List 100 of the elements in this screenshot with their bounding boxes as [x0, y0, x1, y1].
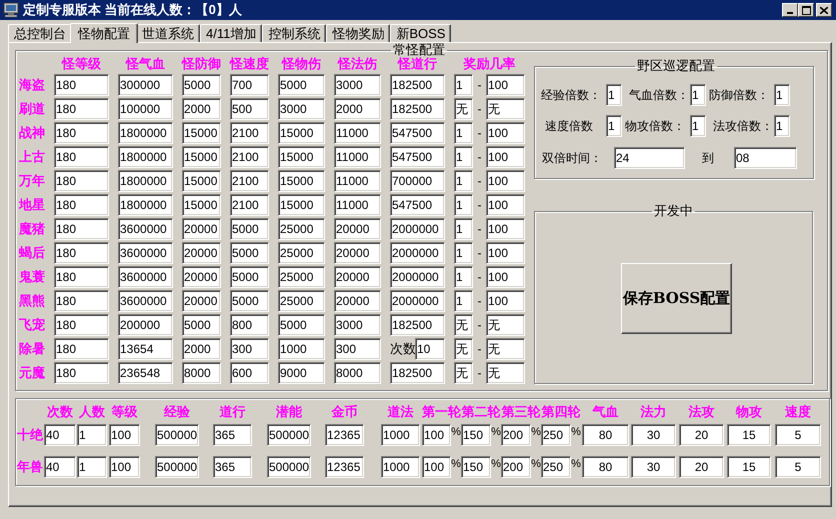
- input-field[interactable]: 182500: [390, 362, 445, 384]
- input-field[interactable]: 30: [631, 424, 676, 446]
- input-field[interactable]: 80: [582, 456, 629, 478]
- input-field[interactable]: 2000000: [390, 290, 445, 312]
- input-field[interactable]: 3600000: [118, 290, 173, 312]
- input-field[interactable]: 无: [486, 98, 525, 120]
- input-field[interactable]: 3000: [334, 314, 381, 336]
- input-field[interactable]: 700: [230, 74, 269, 96]
- input-field[interactable]: 180: [54, 362, 109, 384]
- input-field[interactable]: 100: [109, 424, 140, 446]
- input-field[interactable]: 1000: [381, 424, 420, 446]
- input-field[interactable]: 1: [454, 170, 473, 192]
- input-field[interactable]: 11000: [334, 122, 381, 144]
- input-field[interactable]: 182500: [390, 74, 445, 96]
- input-field[interactable]: 100: [486, 290, 525, 312]
- input-field[interactable]: 500: [230, 98, 269, 120]
- input-field[interactable]: 2000: [334, 98, 381, 120]
- tab[interactable]: 4/11增加: [200, 24, 262, 42]
- input-field[interactable]: 700000: [390, 170, 445, 192]
- input-field[interactable]: 100: [486, 170, 525, 192]
- input-field[interactable]: 无: [486, 314, 525, 336]
- input-field[interactable]: 2100: [230, 194, 269, 216]
- input-field[interactable]: 180: [54, 122, 109, 144]
- input-field[interactable]: 180: [54, 218, 109, 240]
- input-field[interactable]: 100: [486, 74, 525, 96]
- input-field[interactable]: 25000: [278, 290, 325, 312]
- input-field[interactable]: 11000: [334, 146, 381, 168]
- input-field[interactable]: 1800000: [118, 170, 173, 192]
- tab[interactable]: 怪物配置: [70, 23, 138, 43]
- input-field[interactable]: 1: [774, 115, 790, 137]
- input-field[interactable]: 15: [727, 456, 771, 478]
- input-field[interactable]: 500000: [155, 424, 199, 446]
- input-field[interactable]: 100: [486, 146, 525, 168]
- input-field[interactable]: 1: [606, 84, 622, 106]
- input-field[interactable]: 1: [454, 266, 473, 288]
- input-field[interactable]: 11000: [334, 194, 381, 216]
- input-field[interactable]: 2000: [182, 98, 221, 120]
- input-field[interactable]: 无: [486, 338, 525, 360]
- input-field[interactable]: 100: [486, 122, 525, 144]
- input-field[interactable]: 100: [109, 456, 140, 478]
- input-field[interactable]: 08: [734, 147, 797, 169]
- input-field[interactable]: 180: [54, 74, 109, 96]
- close-button[interactable]: [816, 3, 832, 17]
- input-field[interactable]: 15000: [182, 194, 221, 216]
- input-field[interactable]: 40: [44, 424, 76, 446]
- input-field[interactable]: 1800000: [118, 122, 173, 144]
- input-field[interactable]: 3600000: [118, 266, 173, 288]
- input-field[interactable]: 1: [454, 146, 473, 168]
- input-field[interactable]: 20000: [182, 218, 221, 240]
- input-field[interactable]: 12365: [325, 424, 364, 446]
- input-field[interactable]: 12365: [325, 456, 364, 478]
- input-field[interactable]: 25000: [278, 266, 325, 288]
- input-field[interactable]: 2100: [230, 146, 269, 168]
- tab[interactable]: 世道系统: [136, 24, 200, 42]
- input-field[interactable]: 9000: [278, 362, 325, 384]
- input-field[interactable]: 3000: [334, 74, 381, 96]
- input-field[interactable]: 5: [775, 424, 821, 446]
- input-field[interactable]: 1: [77, 424, 107, 446]
- input-field[interactable]: 2000000: [390, 242, 445, 264]
- input-field[interactable]: 80: [582, 424, 629, 446]
- input-field[interactable]: 200000: [118, 314, 173, 336]
- input-field[interactable]: 547500: [390, 146, 445, 168]
- input-field[interactable]: 5000: [182, 74, 221, 96]
- input-field[interactable]: 1: [606, 115, 622, 137]
- input-field[interactable]: 1: [454, 290, 473, 312]
- input-field[interactable]: 600: [230, 362, 269, 384]
- input-field[interactable]: 500000: [267, 424, 311, 446]
- input-field[interactable]: 2000000: [390, 218, 445, 240]
- input-field[interactable]: 180: [54, 242, 109, 264]
- input-field[interactable]: 15000: [278, 170, 325, 192]
- input-field[interactable]: 100: [422, 456, 451, 478]
- input-field[interactable]: 20000: [334, 290, 381, 312]
- input-field[interactable]: 20000: [182, 266, 221, 288]
- input-field[interactable]: 15000: [182, 146, 221, 168]
- input-field[interactable]: 20000: [182, 290, 221, 312]
- input-field[interactable]: 200: [501, 456, 531, 478]
- input-field[interactable]: 182500: [390, 98, 445, 120]
- input-field[interactable]: 无: [454, 338, 473, 360]
- input-field[interactable]: 300: [230, 338, 269, 360]
- input-field[interactable]: 8000: [182, 362, 221, 384]
- tab[interactable]: 怪物奖励: [326, 24, 390, 42]
- tab[interactable]: 总控制台: [8, 24, 72, 42]
- tab[interactable]: 新BOSS: [390, 24, 452, 42]
- input-field[interactable]: 1: [454, 242, 473, 264]
- input-field[interactable]: 15000: [182, 170, 221, 192]
- input-field[interactable]: 1800000: [118, 194, 173, 216]
- input-field[interactable]: 5000: [230, 218, 269, 240]
- input-field[interactable]: 8000: [334, 362, 381, 384]
- input-field[interactable]: 1: [774, 84, 790, 106]
- input-field[interactable]: 20: [679, 456, 724, 478]
- input-field[interactable]: 2000000: [390, 266, 445, 288]
- input-field[interactable]: 15000: [278, 146, 325, 168]
- input-field[interactable]: 100000: [118, 98, 173, 120]
- input-field[interactable]: 1: [77, 456, 107, 478]
- input-field[interactable]: 13654: [118, 338, 173, 360]
- input-field[interactable]: 25000: [278, 242, 325, 264]
- input-field[interactable]: 11000: [334, 170, 381, 192]
- input-field[interactable]: 547500: [390, 194, 445, 216]
- input-field[interactable]: 20000: [334, 242, 381, 264]
- input-field[interactable]: 2000: [182, 338, 221, 360]
